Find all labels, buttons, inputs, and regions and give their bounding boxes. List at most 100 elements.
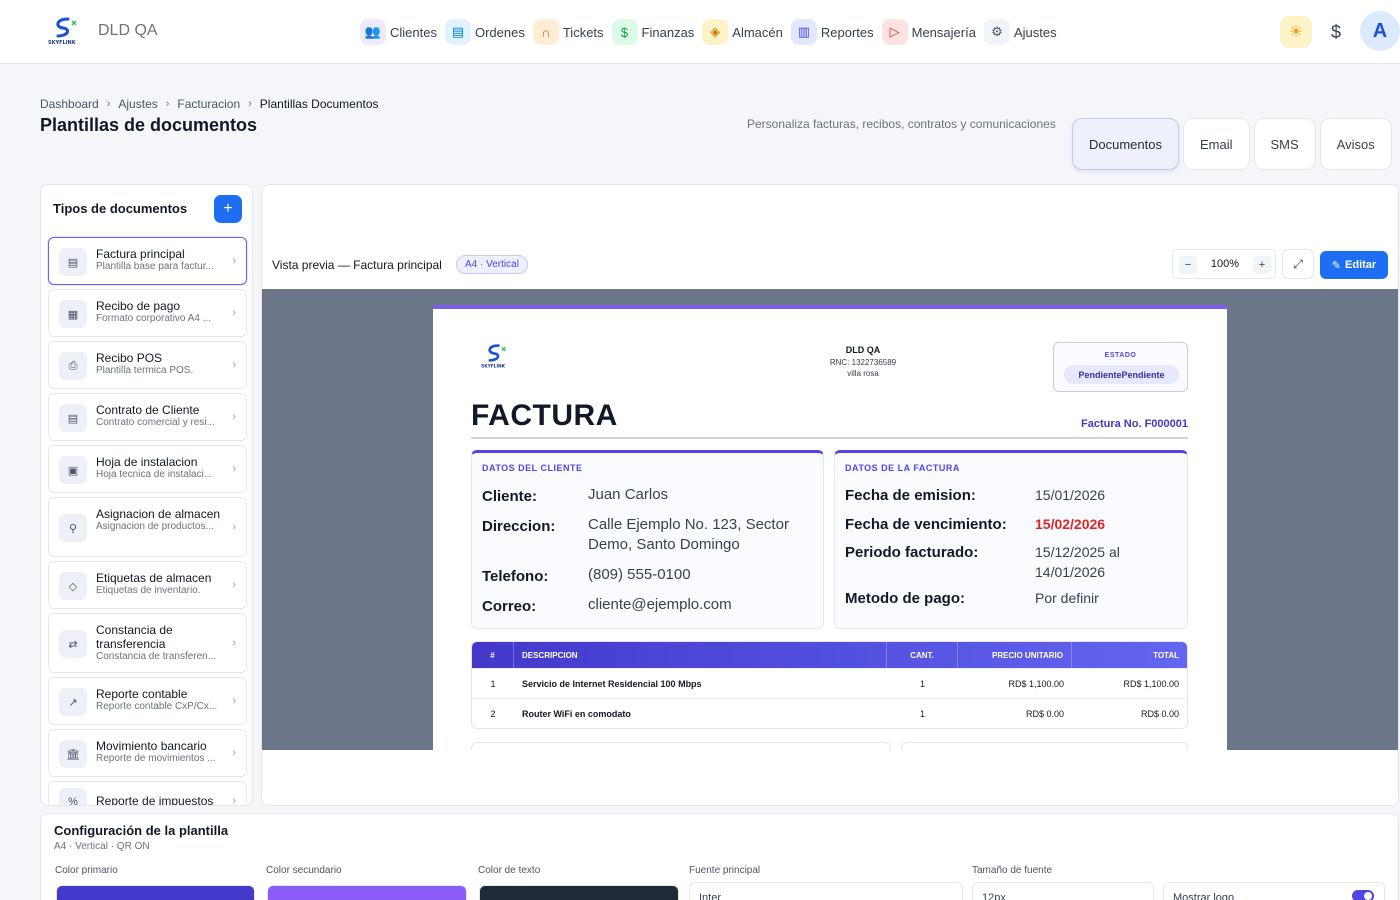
table-cell: 2	[490, 708, 496, 719]
secondary-color-label: Color secundario	[266, 865, 342, 876]
document-type-item[interactable]: % Reporte de impuestos ›	[48, 781, 247, 806]
tab-sms[interactable]: SMS	[1253, 118, 1316, 170]
bar-chart-icon: ▥	[790, 19, 817, 45]
config-subtitle: A4 · Vertical · QR ON	[54, 841, 150, 852]
nav-ajustes[interactable]: ⚙ Ajustes	[983, 18, 1059, 46]
document-types-title: Tipos de documentos	[53, 201, 188, 216]
receipt-icon: ▦	[59, 300, 87, 328]
document-type-title: Recibo de pago	[96, 299, 181, 313]
tab-avisos[interactable]: Avisos	[1319, 118, 1392, 170]
line-chart-icon: ↗	[59, 688, 87, 716]
table-cell: RD$ 0.00	[1025, 708, 1064, 719]
field-value: Juan Carlos	[588, 486, 669, 503]
document-type-title: Recibo POS	[96, 351, 163, 365]
table-cell: 1	[919, 678, 925, 689]
invoice-number: Factura No. F000001	[1081, 418, 1188, 430]
breadcrumb-item[interactable]: Facturacion	[177, 97, 240, 111]
status-badge: PendientePendiente	[1064, 365, 1179, 384]
fullscreen-button[interactable]: ⤢	[1282, 249, 1314, 279]
nav-reportes[interactable]: ▥ Reportes	[790, 18, 876, 46]
nav-label: Mensajería	[911, 24, 976, 40]
field-label: Cliente:	[482, 488, 538, 505]
config-title: Configuración de la plantilla	[54, 823, 229, 838]
secondary-color-picker[interactable]	[267, 885, 467, 900]
invoice-items-table: # DESCRIPCION CANT. PRECIO UNITARIO TOTAL 1 S…	[471, 641, 1188, 729]
invoice-title: FACTURA	[471, 399, 618, 432]
currency-button[interactable]: $	[1322, 16, 1350, 48]
field-value: (809) 555-0100	[588, 566, 691, 583]
tab-email[interactable]: Email	[1182, 118, 1250, 170]
nav-ordenes[interactable]: ▤ Ordenes	[444, 18, 527, 46]
document-type-subtitle: Plantilla base para factur...	[96, 261, 214, 272]
text-color-picker[interactable]	[479, 885, 679, 900]
show-logo-toggle[interactable]	[1352, 890, 1374, 900]
document-type-title: Hoja de instalacion	[96, 455, 198, 469]
nav-finanzas[interactable]: $ Finanzas	[611, 18, 697, 46]
document-type-title: Reporte de impuestos	[96, 794, 214, 806]
box-icon: ◈	[702, 19, 729, 45]
preview-title: Vista previa — Factura principal	[272, 258, 442, 272]
page-title: Plantillas de documentos	[40, 115, 258, 135]
edit-template-button[interactable]: ✎ Editar	[1320, 251, 1388, 279]
send-icon: ▷	[881, 19, 908, 45]
preview-panel: Vista previa — Factura principal A4 · Ve…	[261, 184, 1399, 806]
nav-tickets[interactable]: ∩ Tickets	[532, 18, 606, 46]
column-header: #	[472, 642, 514, 668]
field-value: 15/01/2026	[1035, 487, 1106, 503]
nav-mensajería[interactable]: ▷ Mensajería	[881, 18, 978, 46]
document-type-item[interactable]: ▤ Contrato de Cliente Contrato comercial y…	[48, 393, 247, 441]
document-type-item[interactable]: ↗ Reporte contable Reporte contable CxP/Cx…	[48, 677, 247, 725]
nav-almacén[interactable]: ◈ Almacén	[702, 18, 785, 46]
primary-color-label: Color primario	[55, 865, 118, 876]
theme-toggle-button[interactable]: ☀	[1280, 16, 1312, 48]
breadcrumb-item[interactable]: Dashboard	[40, 97, 99, 111]
document-type-subtitle: Contrato comercial y resi...	[96, 417, 215, 428]
document-type-item[interactable]: ▤ Factura principal Plantilla base para fa…	[48, 237, 247, 285]
document-type-item[interactable]: ▦ Recibo de pago Formato corporativo A4 ..…	[48, 289, 247, 337]
nav-label: Ajustes	[1013, 24, 1057, 40]
nav-label: Reportes	[820, 24, 874, 40]
document-type-item[interactable]: ▣ Hoja de instalacion Hoja tecnica de inst…	[48, 445, 247, 493]
users-icon: 👥	[360, 19, 386, 45]
nav-label: Finanzas	[641, 24, 695, 40]
primary-color-picker[interactable]	[56, 885, 255, 900]
chevron-right-icon: ›	[232, 307, 236, 319]
zoom-in-button[interactable]: +	[1253, 256, 1271, 274]
table-cell: RD$ 1,100.00	[1008, 678, 1064, 689]
column-header: DESCRIPCION	[514, 642, 887, 668]
table-row: 1 Servicio de Internet Residencial 100 Mb…	[472, 668, 1187, 698]
field-label: Direccion:	[482, 518, 556, 535]
field-value: Por definir	[1035, 590, 1099, 606]
field-label: Fecha de emision:	[845, 487, 976, 504]
column-header: TOTAL	[1153, 650, 1179, 660]
document-type-item[interactable]: ◇ Etiquetas de almacen Etiquetas de invent…	[48, 561, 247, 609]
document-type-title: Movimiento bancario	[96, 739, 207, 753]
nav-label: Clientes	[390, 24, 437, 40]
edit-label: Editar	[1345, 259, 1377, 271]
brand-logo[interactable]: SKYFLINK	[46, 16, 82, 46]
breadcrumb-item[interactable]: Ajustes	[118, 97, 157, 111]
font-select[interactable]: Inter	[689, 882, 963, 900]
document-type-item[interactable]: ⇄ Constancia de transferencia Constancia d…	[48, 613, 247, 673]
document-type-subtitle: Hoja tecnica de instalaci...	[96, 469, 213, 480]
add-document-type-button[interactable]: +	[214, 195, 242, 223]
chevron-right-icon: ›	[232, 795, 236, 806]
expand-icon: ⤢	[1293, 256, 1303, 271]
tab-documentos[interactable]: Documentos	[1072, 118, 1179, 170]
document-type-title: Etiquetas de almacen	[96, 571, 212, 585]
company-rnc: RNC: 1322736589	[829, 358, 897, 367]
dollar-icon: $	[611, 19, 638, 45]
font-size-input[interactable]: 12px	[972, 882, 1154, 900]
file-text-icon: ▤	[444, 19, 471, 45]
zoom-out-button[interactable]: −	[1179, 256, 1197, 274]
transfer-icon: ⇄	[59, 630, 87, 658]
document-type-item[interactable]: 🏛 Movimiento bancario Reporte de movimient…	[48, 729, 247, 777]
document-type-item[interactable]: ⎙ Recibo POS Plantilla termica POS. ›	[48, 341, 247, 389]
field-label: Fecha de vencimiento:	[845, 516, 1007, 533]
document-type-subtitle: Constancia de transferen...	[96, 651, 217, 662]
preview-canvas[interactable]: SKYFLINK DLD QA RNC: 1322736589 villa ro…	[262, 289, 1398, 750]
user-avatar[interactable]: A	[1360, 11, 1400, 51]
nav-clientes[interactable]: 👥 Clientes	[360, 18, 439, 46]
document-type-item[interactable]: ⚲ Asignacion de almacen Asignacion de prod…	[48, 497, 247, 557]
nav-label: Tickets	[562, 24, 604, 40]
